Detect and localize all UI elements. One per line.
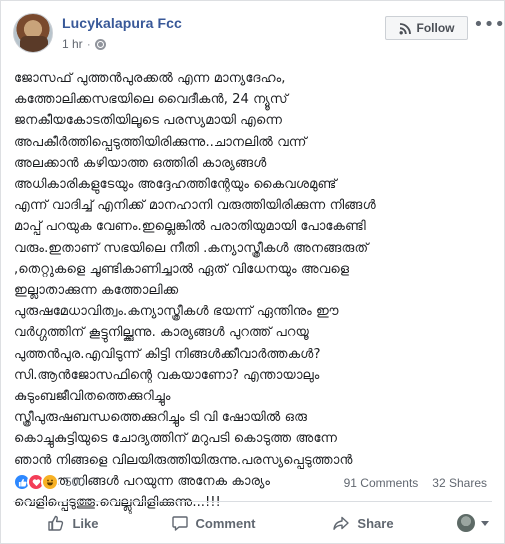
post-text: ജോസഫ് പുത്തൻപുരക്കൽ എന്ന മാന്യദേഹം, കത്തോ… — [14, 68, 474, 513]
shares-count-link[interactable]: 32 Shares — [432, 476, 487, 490]
like-label: Like — [72, 515, 99, 531]
meta-separator: · — [86, 37, 91, 51]
post-text-line: മാപ്പ് പറയുക വേണം.ഇല്ലെങ്കിൽ പരാതിയുമായി… — [14, 219, 366, 235]
page-name-link[interactable]: Lucykalapura Fcc — [62, 15, 182, 31]
engagement-counts: 91 Comments 32 Shares — [344, 476, 487, 490]
chevron-down-icon — [481, 520, 489, 526]
post-text-line: കത്തോലിക്കസഭയിലെ വൈദീകൻ, 24 ന്യൂസ് — [14, 92, 288, 108]
comment-label: Comment — [195, 515, 256, 531]
post-text-line: ,തെറ്റുകളെ ചൂണ്ടികാണിച്ചാൽ ഏത് വിധേനയും … — [14, 261, 350, 277]
post-text-line: ജനകീയകോടതിയിലൂടെ പരസ്യമായി എന്നെ — [14, 113, 283, 129]
post-text-line: അധികാരികളുടേയും അദ്ദേഹത്തിന്റേയും കൈവശമു… — [14, 177, 337, 193]
post-text-line: സ്ത്രീപുരുഷബന്ധത്തെക്കുറിച്ചും ടി വി ഷോയ… — [14, 410, 308, 426]
comments-count-link[interactable]: 91 Comments — [344, 476, 419, 490]
post-text-line: എന്ന് വാദിച്ച് എനിക്ക് മാനഹാനി വരുത്തിയി… — [14, 198, 376, 214]
haha-icon — [41, 473, 59, 491]
post-text-line: അപകീർത്തിപ്പെടുത്തിയിരിക്കുന്നു..ചാനലിൽ … — [14, 134, 307, 150]
post-text-line: പുരുഷമേധാവിത്വം.കന്യാസ്ത്രീകൾ ഭയന്ന് ഏന്… — [14, 304, 339, 320]
post-text-line: പുത്തൻപുര.എവിടുന്ന് കിട്ടി നിങ്ങൾക്കീവാർ… — [14, 346, 321, 362]
viewer-avatar — [457, 514, 475, 532]
post-text-line: കുടുംബജീവിതത്തെക്കുറിച്ചും — [14, 389, 171, 405]
post-meta: 1 hr · — [62, 37, 106, 51]
more-options-icon[interactable]: ••• — [473, 15, 505, 35]
comment-icon — [171, 516, 188, 531]
share-button[interactable]: Share — [293, 506, 433, 540]
page-avatar[interactable] — [13, 13, 53, 53]
like-button[interactable]: Like — [13, 506, 133, 540]
post-text-line: കൊച്ചുകുട്ടിയുടെ ചോദ്യത്തിന് മറുപടി കൊടു… — [14, 431, 338, 447]
comment-button[interactable]: Comment — [133, 506, 293, 540]
globe-icon — [94, 38, 106, 50]
rss-icon — [399, 22, 412, 35]
post-text-line: അലക്കാൻ കഴിയാത്ത ഒത്തിരി കാര്യങ്ങൾ — [14, 155, 267, 171]
post-timestamp[interactable]: 1 hr — [62, 37, 83, 51]
post-text-line: ഞാൻ നിങ്ങളെ വിലയിരുത്തിയിരുന്നു.പരസ്യപ്പ… — [14, 452, 353, 468]
thumbs-up-icon — [48, 515, 64, 531]
share-icon — [333, 516, 350, 530]
action-bar: Like Comment Share — [13, 506, 493, 540]
reactions-summary[interactable]: 500 — [13, 473, 85, 491]
post-text-line: വരും.ഇതാണ് സഭയിലെ നീതി .കന്യാസ്ത്രീകൾ അന… — [14, 240, 369, 256]
post-text-line: ഇല്ലാതാക്കുന്ന കത്തോലിക്ക — [14, 283, 179, 299]
follow-button[interactable]: Follow — [385, 16, 468, 40]
share-label: Share — [357, 515, 394, 531]
actions-divider — [13, 501, 492, 502]
post-text-line: സി.ആൻജോസഫിന്റെ വകയാണോ? എന്തായാലും — [14, 367, 320, 383]
reaction-audience-selector[interactable] — [457, 514, 493, 532]
post-card: Lucykalapura Fcc 1 hr · Follow ••• ജോസഫ്… — [0, 0, 505, 544]
post-text-line: വർഗ്ഗത്തിന് കൂട്ടുനില്ക്കുന്നു. കാര്യങ്ങ… — [14, 325, 310, 341]
post-text-line: ജോസഫ് പുത്തൻപുരക്കൽ എന്ന മാന്യദേഹം, — [14, 71, 286, 86]
follow-label: Follow — [416, 21, 455, 35]
reaction-count: 500 — [65, 475, 86, 489]
